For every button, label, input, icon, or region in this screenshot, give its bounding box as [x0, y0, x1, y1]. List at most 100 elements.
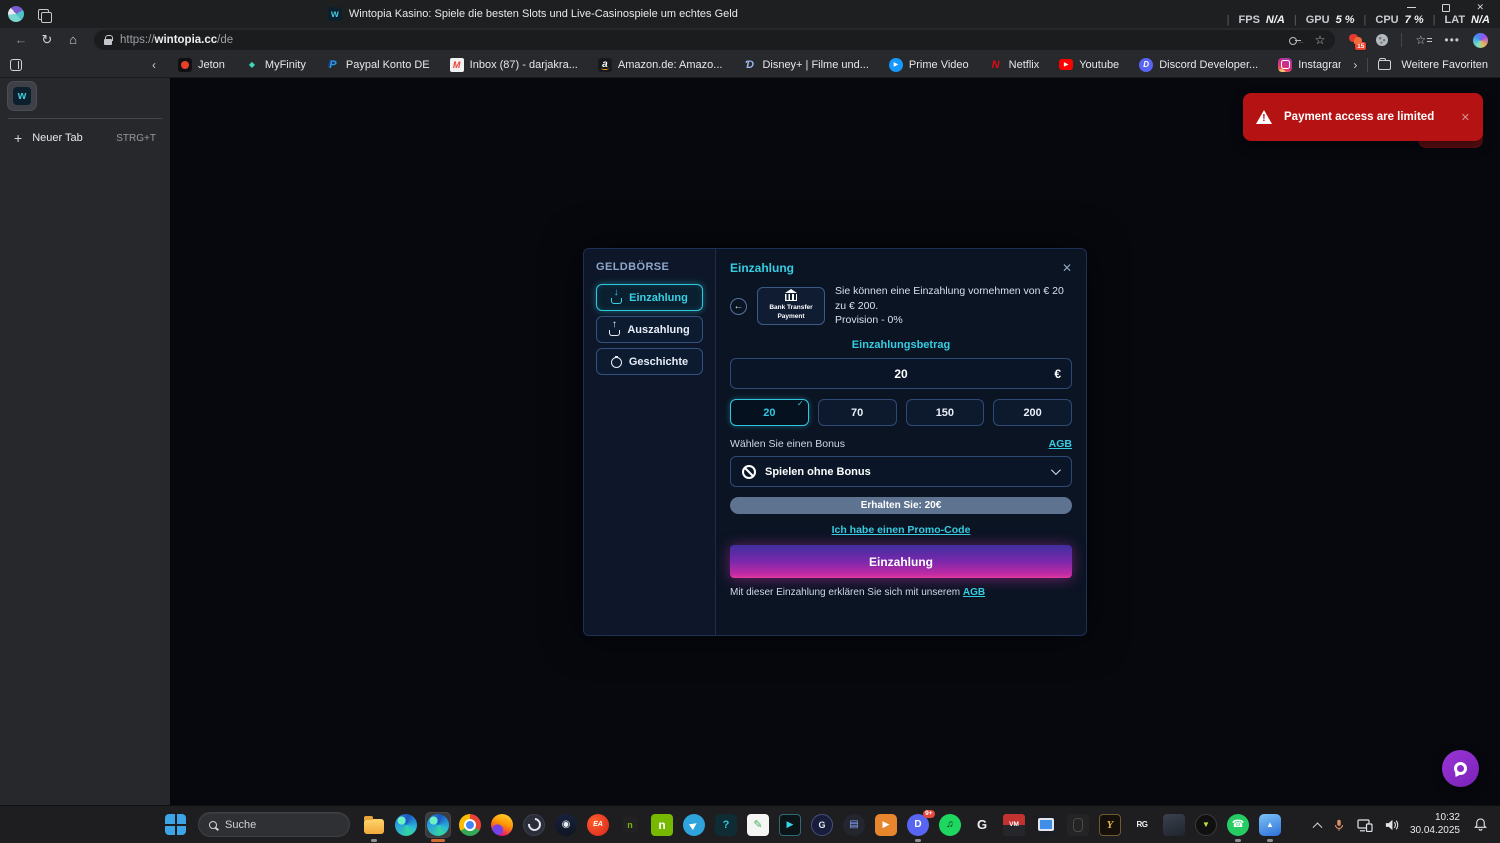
notes-icon[interactable]	[746, 813, 770, 837]
address-bar[interactable]: https://wintopia.cc/de ☆	[94, 30, 1335, 50]
lock-icon[interactable]	[104, 39, 112, 45]
home-icon[interactable]: ⌂	[62, 30, 84, 50]
whatsapp-icon[interactable]	[1226, 813, 1250, 837]
bookmarks-overflow-icon[interactable]: ›	[1353, 59, 1357, 71]
steam-icon[interactable]	[554, 813, 578, 837]
stat-fps: FPSN/A	[1218, 14, 1285, 26]
favorite-star-icon[interactable]: ☆	[1315, 34, 1326, 46]
sidebar-collapse-icon[interactable]: ‹	[152, 59, 156, 71]
preset-20[interactable]: 20✓	[730, 399, 809, 426]
wallet-tab-einzahlung[interactable]: Einzahlung	[596, 284, 703, 311]
bookmark-netflix[interactable]: Netflix	[981, 56, 1048, 74]
active-tab[interactable]: Wintopia Kasino: Spiele die besten Slots…	[328, 7, 738, 21]
edge-beta-icon[interactable]	[394, 813, 418, 837]
file-explorer-icon[interactable]	[362, 813, 386, 837]
taskbar-search[interactable]: Suche	[198, 812, 350, 837]
powerdirector-icon[interactable]	[778, 813, 802, 837]
live-chat-fab-button[interactable]	[1442, 750, 1479, 787]
site-favicon-icon	[328, 7, 342, 21]
other-favorites-button[interactable]: Weitere Favoriten	[1401, 59, 1488, 71]
terms-agb-link[interactable]: AGB	[963, 587, 985, 598]
voicemeeter-icon[interactable]	[1002, 813, 1026, 837]
spotify-icon[interactable]	[938, 813, 962, 837]
back-icon[interactable]: ←	[10, 30, 32, 50]
ea-icon[interactable]	[586, 813, 610, 837]
g-circle-icon[interactable]	[810, 813, 834, 837]
refresh-icon[interactable]: ↻	[36, 30, 58, 50]
gold-y-game-icon[interactable]	[1098, 813, 1122, 837]
extension-icon[interactable]: 15	[1349, 34, 1363, 46]
tray-overflow-icon[interactable]	[1312, 822, 1322, 832]
logitech-g-icon[interactable]	[970, 813, 994, 837]
keyboard-app-icon[interactable]	[842, 813, 866, 837]
media-player-icon[interactable]	[874, 813, 898, 837]
terms-text: Mit dieser Einzahlung erklären Sie sich …	[730, 587, 1072, 598]
modal-close-icon[interactable]: ✕	[1062, 261, 1072, 275]
tab-actions-icon[interactable]	[10, 59, 22, 71]
copilot-icon[interactable]	[1473, 33, 1488, 48]
mouse-app-icon[interactable]	[1066, 813, 1090, 837]
taskbar-clock[interactable]: 10:32 30.04.2025	[1410, 812, 1460, 837]
toast-close-icon[interactable]: ✕	[1461, 111, 1470, 124]
discord-icon[interactable]: 9+	[906, 813, 930, 837]
notifications-bell-icon[interactable]	[1473, 817, 1488, 832]
preset-200[interactable]: 200✓	[993, 399, 1072, 426]
preset-70[interactable]: 70✓	[818, 399, 897, 426]
close-button-icon[interactable]: ✕	[1476, 3, 1484, 12]
photos-icon[interactable]	[1258, 813, 1282, 837]
bookmark-instagram[interactable]: Instagram	[1270, 56, 1341, 74]
rg-app-icon[interactable]	[1130, 813, 1154, 837]
time: 10:32	[1410, 812, 1460, 825]
bookmark-paypal[interactable]: Paypal Konto DE	[318, 56, 438, 74]
volume-icon[interactable]	[1384, 818, 1399, 832]
bookmark-jeton[interactable]: Jeton	[170, 56, 233, 74]
microphone-icon[interactable]	[1332, 818, 1346, 832]
payment-method-bank-transfer[interactable]: Bank Transfer Payment	[757, 287, 825, 325]
telegram-icon[interactable]	[682, 813, 706, 837]
obs-icon[interactable]	[522, 813, 546, 837]
more-menu-icon[interactable]: •••	[1444, 33, 1460, 47]
collections-icon[interactable]: ☆	[1415, 34, 1431, 46]
agb-link[interactable]: AGB	[1049, 438, 1072, 450]
cookie-icon[interactable]	[1376, 34, 1388, 46]
wallet-tab-geschichte[interactable]: Geschichte	[596, 348, 703, 375]
bookmark-myfinity[interactable]: MyFinity	[237, 56, 314, 74]
bookmark-inbox[interactable]: Inbox (87) - darjakra...	[442, 56, 586, 74]
chevron-down-icon	[1051, 465, 1061, 475]
deposit-submit-button[interactable]: Einzahlung	[730, 545, 1072, 578]
chrome-icon[interactable]	[458, 813, 482, 837]
vertical-tabs-sidebar: + Neuer Tab STRG+T	[0, 78, 170, 805]
teal-app-icon[interactable]	[714, 813, 738, 837]
amount-input[interactable]: 20 €	[730, 358, 1072, 389]
bookmark-youtube[interactable]: Youtube	[1051, 57, 1127, 73]
start-button-icon[interactable]	[165, 814, 186, 835]
edge-icon[interactable]	[426, 813, 450, 837]
display-capture-icon[interactable]	[1034, 813, 1058, 837]
bookmark-amazon[interactable]: Amazon.de: Amazo...	[590, 56, 731, 74]
network-display-icon[interactable]	[1357, 818, 1373, 832]
amount-value: 20	[731, 367, 1071, 381]
promo-code-link[interactable]: Ich habe einen Promo-Code	[730, 524, 1072, 536]
game-art-icon[interactable]	[1162, 813, 1186, 837]
bookmark-prime-video[interactable]: Prime Video	[881, 56, 977, 74]
maximize-button-icon[interactable]	[1442, 4, 1450, 12]
password-icon[interactable]	[1289, 35, 1301, 45]
nvidia-settings-icon[interactable]	[618, 813, 642, 837]
new-tab-button[interactable]: + Neuer Tab STRG+T	[8, 127, 162, 149]
preset-150[interactable]: 150✓	[906, 399, 985, 426]
back-button[interactable]: ←	[730, 298, 747, 315]
browser-profile-icon[interactable]	[8, 6, 24, 22]
extension-badge: 15	[1354, 41, 1367, 51]
geforce-icon[interactable]	[650, 813, 674, 837]
bookmark-discord[interactable]: Discord Developer...	[1131, 56, 1266, 74]
browser-toolbar: ← ↻ ⌂ https://wintopia.cc/de ☆ 15 ☆ •••	[0, 28, 1500, 52]
minimize-button-icon[interactable]	[1407, 7, 1416, 8]
bookmark-disney[interactable]: Disney+ | Filme und...	[734, 56, 876, 74]
droptop-icon[interactable]	[1194, 813, 1218, 837]
bonus-select[interactable]: Spielen ohne Bonus	[730, 456, 1072, 487]
tab-title: Wintopia Kasino: Spiele die besten Slots…	[349, 8, 738, 20]
active-tab-tile[interactable]	[8, 82, 36, 110]
firefox-icon[interactable]	[490, 813, 514, 837]
wallet-tab-auszahlung[interactable]: Auszahlung	[596, 316, 703, 343]
workspaces-icon[interactable]	[38, 9, 49, 20]
